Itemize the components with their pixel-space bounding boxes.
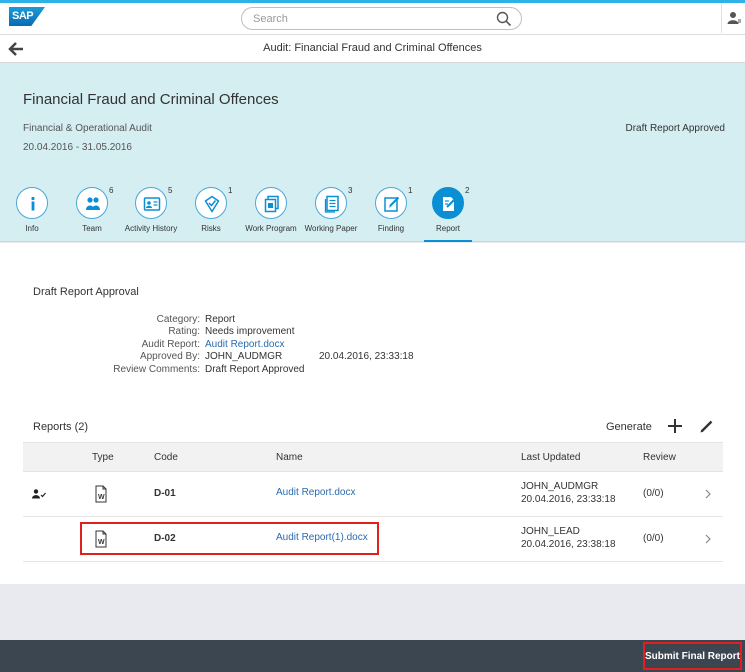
updated-by: JOHN_LEAD bbox=[521, 526, 580, 537]
tab-working-paper[interactable]: 3 Working Paper bbox=[301, 186, 361, 242]
tab-report[interactable]: 2 Report bbox=[420, 186, 476, 242]
tab-count: 6 bbox=[109, 186, 114, 195]
object-header: Financial Fraud and Criminal Offences Fi… bbox=[0, 63, 745, 242]
search-input[interactable] bbox=[253, 11, 493, 27]
activity-history-icon bbox=[143, 197, 161, 211]
reports-title: Reports (2) bbox=[33, 421, 89, 433]
user-menu-button[interactable] bbox=[721, 3, 745, 33]
submit-final-report-button[interactable]: Submit Final Report bbox=[643, 642, 742, 670]
svg-text:W: W bbox=[98, 494, 105, 501]
column-header: Review bbox=[643, 452, 676, 463]
form-label: Audit Report: bbox=[141, 339, 200, 350]
column-header: Type bbox=[92, 452, 114, 463]
highlight-box bbox=[80, 522, 379, 555]
updated-on: 20.04.2016, 23:33:18 bbox=[521, 494, 616, 505]
team-icon bbox=[86, 197, 100, 210]
section-title: Draft Report Approval bbox=[33, 286, 139, 298]
object-dates: 20.04.2016 - 31.05.2016 bbox=[23, 142, 132, 153]
approved-user-icon bbox=[32, 489, 46, 499]
column-header: Last Updated bbox=[521, 452, 581, 463]
form-value: Report bbox=[205, 314, 236, 325]
tab-label: Report bbox=[435, 224, 460, 233]
shell-bar: SAP bbox=[0, 0, 745, 35]
chevron-right-icon[interactable] bbox=[703, 488, 713, 500]
report-code: D-01 bbox=[154, 488, 176, 499]
tab-count: 5 bbox=[168, 186, 173, 195]
info-icon bbox=[31, 196, 35, 211]
finding-icon bbox=[384, 196, 400, 212]
approval-timestamp: 20.04.2016, 23:33:18 bbox=[319, 351, 414, 362]
column-header: Code bbox=[154, 452, 178, 463]
active-tab-indicator bbox=[424, 240, 472, 242]
tab-count: 2 bbox=[465, 186, 470, 195]
tab-count: 1 bbox=[228, 186, 233, 195]
column-header: Name bbox=[276, 452, 303, 463]
table-header: Type Code Name Last Updated Review bbox=[23, 442, 723, 472]
updated-by: JOHN_AUDMGR bbox=[521, 481, 599, 492]
review-count: (0/0) bbox=[643, 533, 664, 544]
tab-info[interactable]: Info bbox=[2, 187, 62, 242]
report-name-link[interactable]: Audit Report.docx bbox=[276, 487, 356, 498]
tab-risks[interactable]: 1 Risks bbox=[181, 186, 241, 242]
search-icon[interactable] bbox=[496, 11, 512, 27]
tab-team[interactable]: 6 Team bbox=[62, 186, 122, 242]
edit-icon[interactable] bbox=[698, 417, 716, 435]
chevron-right-icon[interactable] bbox=[703, 533, 713, 545]
tab-count: 1 bbox=[408, 186, 413, 195]
audit-report-link[interactable]: Audit Report.docx bbox=[205, 339, 285, 350]
table-row[interactable]: W D-01 Audit Report.docx JOHN_AUDMGR 20.… bbox=[23, 472, 723, 517]
nav-bar: Audit: Financial Fraud and Criminal Offe… bbox=[0, 35, 745, 63]
object-subtitle: Financial & Operational Audit bbox=[23, 123, 152, 134]
tab-activity-history[interactable]: 5 Activity History bbox=[121, 186, 181, 242]
form-value: Draft Report Approved bbox=[205, 364, 305, 375]
page-title: Audit: Financial Fraud and Criminal Offe… bbox=[263, 42, 482, 54]
form-value: Needs improvement bbox=[205, 326, 295, 337]
generate-button[interactable]: Generate bbox=[606, 421, 652, 433]
user-icon bbox=[727, 12, 741, 24]
tab-count: 3 bbox=[348, 186, 353, 195]
form-label: Approved By: bbox=[139, 351, 200, 362]
word-document-icon: W bbox=[95, 485, 107, 503]
review-count: (0/0) bbox=[643, 488, 664, 499]
status-text: Draft Report Approved bbox=[625, 123, 726, 134]
add-icon[interactable] bbox=[666, 417, 684, 435]
form-value: JOHN_AUDMGR bbox=[205, 351, 283, 362]
sap-logo: SAP bbox=[9, 7, 45, 26]
footer-bar: Submit Final Report bbox=[0, 640, 745, 672]
search-box[interactable] bbox=[241, 7, 522, 30]
form-label: Rating: bbox=[168, 326, 200, 337]
risk-icon bbox=[204, 195, 220, 213]
object-title: Financial Fraud and Criminal Offences bbox=[23, 91, 279, 108]
report-icon bbox=[443, 197, 457, 211]
form-label: Category: bbox=[156, 314, 200, 325]
form-label: Review Comments: bbox=[113, 364, 200, 375]
working-paper-icon bbox=[324, 195, 339, 213]
tab-finding[interactable]: 1 Finding bbox=[361, 186, 421, 242]
tab-work-program[interactable]: Work Program bbox=[241, 187, 301, 242]
work-program-icon bbox=[264, 195, 279, 213]
updated-on: 20.04.2016, 23:38:18 bbox=[521, 539, 616, 550]
